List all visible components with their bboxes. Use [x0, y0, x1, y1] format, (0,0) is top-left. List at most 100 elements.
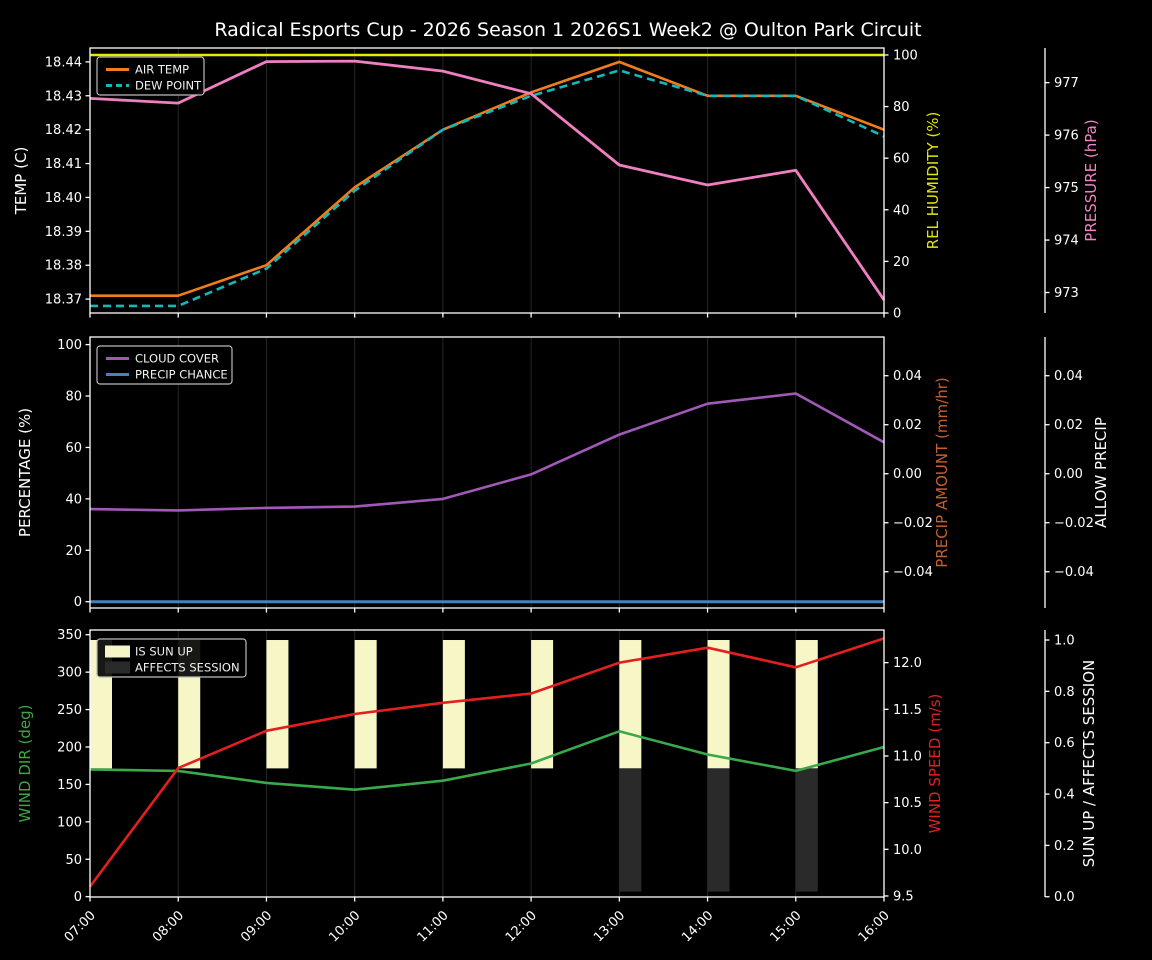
bar-affects-session [795, 768, 818, 892]
legend-label: PRECIP CHANCE [135, 368, 228, 382]
y-tick-label: 18.43 [45, 89, 82, 104]
axis-label-temp-c-: TEMP (C) [12, 147, 30, 216]
y-tick-label: 100 [893, 48, 918, 63]
legend-swatch-patch [105, 645, 130, 658]
y-tick-label: 977 [1054, 76, 1079, 91]
y-tick-label: 975 [1054, 181, 1079, 196]
bar-affects-session [707, 768, 730, 892]
x-tick-label: 15:00 [768, 908, 805, 945]
x-tick-label: 10:00 [326, 908, 363, 945]
bar-is-sun-up [795, 640, 818, 769]
subplots-group: 18.37 18.38 18.39 18.40 18.41 18.42 18.43 18.44… [12, 47, 1110, 945]
axis-label-allow-precip: ALLOW PRECIP [1092, 417, 1110, 528]
y-tick-label: 0 [74, 890, 82, 905]
y-tick-label: 150 [57, 778, 82, 793]
y-tick-label: 0.04 [893, 369, 922, 384]
y-tick-label: 0.00 [893, 467, 922, 482]
x-tick-label: 09:00 [238, 908, 275, 945]
axis-label-wind-speed-m-s-: WIND SPEED (m/s) [926, 694, 944, 834]
y-tick-label: 0.0 [1054, 890, 1075, 905]
x-tick-label: 07:00 [62, 908, 99, 945]
series-cloud-cover [89, 392, 885, 512]
y-tick-label: 0.04 [1054, 369, 1083, 384]
y-tick-label: 100 [57, 815, 82, 830]
y-tick-label: 250 [57, 703, 82, 718]
legend-label: AFFECTS SESSION [135, 661, 240, 675]
legend-label: CLOUD COVER [135, 352, 219, 366]
y-tick-label: 0.8 [1054, 685, 1075, 700]
y-tick-label: 18.44 [45, 55, 82, 70]
y-tick-label: 18.39 [45, 225, 82, 240]
x-tick-label: 11:00 [415, 908, 452, 945]
subplot-wind-sun: 0 50 100 150 200 250 300 350 9.5 10.0 10.5 11.0 11.5… [16, 628, 1098, 945]
x-tick-label: 12:00 [503, 908, 540, 945]
y-tick-label: 11.0 [893, 749, 922, 764]
y-tick-label: 18.37 [45, 293, 82, 308]
y-tick-label: −0.04 [893, 565, 933, 580]
y-tick-label: 0.2 [1054, 839, 1075, 854]
x-tick-label: 14:00 [679, 908, 716, 945]
y-tick-label: 9.5 [893, 889, 914, 904]
y-tick-label: 18.41 [45, 157, 82, 172]
forecast-charts-canvas: Radical Esports Cup - 2026 Season 1 2026… [12, 19, 1110, 945]
y-tick-label: −0.02 [893, 516, 933, 531]
y-tick-label: 0 [74, 595, 82, 610]
y-tick-label: 300 [57, 666, 82, 681]
series-wind-dir [89, 729, 885, 792]
y-tick-label: 100 [57, 338, 82, 353]
subplot-temp-humidity-pressure: 18.37 18.38 18.39 18.40 18.41 18.42 18.43 18.44… [12, 47, 1100, 322]
y-tick-label: 80 [65, 390, 82, 405]
y-tick-label: 18.42 [45, 123, 82, 138]
y-tick-label: 18.38 [45, 259, 82, 274]
bar-affects-session [619, 768, 642, 892]
bar-is-sun-up [266, 640, 289, 769]
legend-label: DEW POINT [135, 79, 202, 93]
axis-label-sun-up-affects-session: SUN UP / AFFECTS SESSION [1080, 660, 1098, 868]
y-tick-label: 974 [1054, 234, 1079, 249]
y-tick-label: 60 [65, 441, 82, 456]
y-tick-label: 350 [57, 628, 82, 643]
y-tick-label: 10.0 [893, 843, 922, 858]
y-tick-label: −0.02 [1054, 516, 1094, 531]
axis-label-percentage-: PERCENTAGE (%) [16, 408, 34, 537]
legend-label: IS SUN UP [135, 645, 193, 659]
y-tick-label: 60 [893, 152, 910, 167]
y-tick-label: 0.02 [893, 418, 922, 433]
y-tick-label: 0.6 [1054, 736, 1075, 751]
bar-is-sun-up [707, 640, 730, 769]
bar-is-sun-up [531, 640, 554, 769]
axis-label-pressure-hpa-: PRESSURE (hPa) [1082, 119, 1100, 241]
y-tick-label: 20 [893, 255, 910, 270]
y-tick-label: 18.40 [45, 191, 82, 206]
axis-label-precip-amount-mm-hr-: PRECIP AMOUNT (mm/hr) [933, 377, 951, 567]
bar-is-sun-up [354, 640, 377, 769]
bar-is-sun-up [442, 640, 465, 769]
y-tick-label: 40 [893, 203, 910, 218]
series-dew-point [90, 69, 885, 308]
y-tick-label: 0.4 [1054, 788, 1075, 803]
y-tick-label: 0 [893, 307, 901, 322]
y-tick-label: 40 [65, 492, 82, 507]
y-tick-label: 50 [65, 853, 82, 868]
y-tick-label: 20 [65, 544, 82, 559]
x-tick-label: 08:00 [150, 908, 187, 945]
y-tick-label: 80 [893, 100, 910, 115]
axis-label-rel-humidity-: REL HUMIDITY (%) [924, 112, 942, 250]
y-tick-label: 0.00 [1054, 467, 1083, 482]
y-tick-label: 200 [57, 740, 82, 755]
y-tick-label: 976 [1054, 129, 1079, 144]
legend-label: AIR TEMP [135, 63, 189, 77]
y-tick-label: 10.5 [893, 796, 922, 811]
y-tick-label: 11.5 [893, 703, 922, 718]
subplot-cloud-precip: 0 20 40 60 80 100 −0.04 −0.02 0.00 0.02 0.04 −0.04 −… [16, 336, 1110, 613]
y-tick-label: −0.04 [1054, 565, 1094, 580]
x-tick-label: 13:00 [591, 908, 628, 945]
axis-label-wind-dir-deg-: WIND DIR (deg) [16, 705, 34, 823]
x-tick-label: 16:00 [856, 908, 893, 945]
y-tick-label: 0.02 [1054, 418, 1083, 433]
weather-forecast-figure: Radical Esports Cup - 2026 Season 1 2026… [0, 0, 1152, 960]
y-tick-label: 973 [1054, 286, 1079, 301]
legend-swatch-patch [105, 661, 130, 674]
y-tick-label: 12.0 [893, 656, 922, 671]
y-tick-label: 1.0 [1054, 634, 1075, 649]
